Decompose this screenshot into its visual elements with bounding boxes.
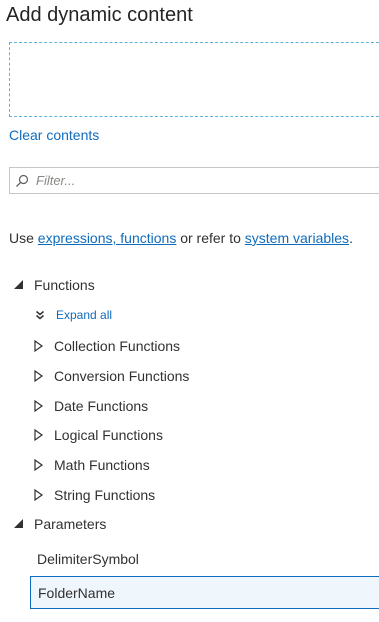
function-group-label: Logical Functions [54,427,163,443]
parameters-label: Parameters [34,516,107,532]
collapsed-triangle-icon [34,369,44,383]
function-group-collection[interactable]: Collection Functions [32,334,180,358]
help-text: Use expressions, functions or refer to s… [9,230,353,246]
expressions-functions-link[interactable]: expressions, functions [38,230,177,246]
function-group-string[interactable]: String Functions [32,483,155,507]
function-group-label: Conversion Functions [54,368,190,384]
function-group-label: Math Functions [54,457,150,473]
function-group-logical[interactable]: Logical Functions [32,423,163,447]
expanded-triangle-icon [14,519,23,528]
parameter-label: FolderName [38,584,116,601]
function-group-label: Date Functions [54,398,149,414]
search-icon [16,174,29,187]
function-group-date[interactable]: Date Functions [32,394,148,418]
collapsed-triangle-icon [34,339,44,353]
parameter-item-delimitersymbol[interactable]: DelimiterSymbol [30,542,379,575]
filter-box[interactable] [9,167,379,194]
collapsed-triangle-icon [34,458,44,472]
function-group-conversion[interactable]: Conversion Functions [32,364,189,388]
functions-header[interactable]: Functions [12,273,95,297]
panel-title: Add dynamic content [6,4,193,26]
collapsed-triangle-icon [34,399,44,413]
function-group-label: Collection Functions [54,338,181,354]
function-group-label: String Functions [54,487,156,503]
help-suffix: . [349,230,353,246]
function-group-math[interactable]: Math Functions [32,453,150,477]
parameters-header[interactable]: Parameters [12,512,106,536]
parameter-label: DelimiterSymbol [37,550,139,567]
help-middle: or refer to [176,230,245,246]
expand-all-button[interactable]: Expand all [35,305,112,325]
dynamic-content-panel: Add dynamic content Clear contents Use e… [0,0,379,622]
expression-editor[interactable] [9,42,379,117]
filter-input[interactable] [36,171,376,190]
collapsed-triangle-icon [34,488,44,502]
system-variables-link[interactable]: system variables [245,230,349,246]
expanded-triangle-icon [14,280,23,289]
help-prefix: Use [9,230,38,246]
double-chevron-down-icon [36,310,44,320]
expand-all-label: Expand all [56,308,113,322]
collapsed-triangle-icon [34,428,44,442]
parameter-item-foldername[interactable]: FolderName [30,576,379,609]
clear-contents-link[interactable]: Clear contents [9,127,99,143]
functions-label: Functions [34,277,95,293]
